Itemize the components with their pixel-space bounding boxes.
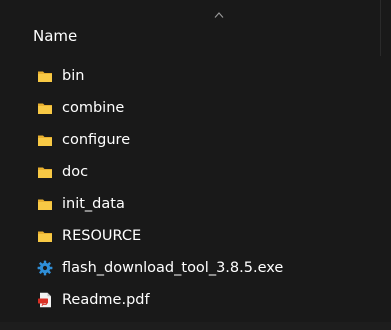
file-name: RESOURCE: [62, 228, 142, 244]
gear-app-icon: [37, 260, 53, 276]
list-item-resource[interactable]: RESOURCE: [0, 220, 391, 252]
list-item-configure[interactable]: configure: [0, 124, 391, 156]
file-name: init_data: [62, 196, 125, 212]
list-item-doc[interactable]: doc: [0, 156, 391, 188]
list-item-init-data[interactable]: init_data: [0, 188, 391, 220]
list-item-flash-download-tool[interactable]: flash_download_tool_3.8.5.exe: [0, 252, 391, 284]
folder-icon: [38, 71, 52, 82]
list-item-readme-pdf[interactable]: Readme.pdf: [0, 284, 391, 316]
sort-ascending-icon[interactable]: [214, 12, 224, 18]
folder-icon: [38, 231, 52, 242]
list-item-bin[interactable]: bin: [0, 60, 391, 92]
folder-icon: [38, 199, 52, 210]
list-bottom-edge: [0, 322, 391, 330]
folder-icon: [38, 135, 52, 146]
file-name: configure: [62, 132, 131, 148]
folder-icon: [38, 103, 52, 114]
file-explorer-pane: Name bin combine configure doc init_data…: [0, 0, 391, 330]
list-item-combine[interactable]: combine: [0, 92, 391, 124]
file-name: combine: [62, 100, 125, 116]
file-list: bin combine configure doc init_data RESO…: [0, 60, 391, 316]
folder-icon: [38, 167, 52, 178]
file-name: bin: [62, 68, 85, 84]
pdf-icon: [38, 292, 51, 308]
column-divider[interactable]: [380, 0, 381, 56]
file-name: flash_download_tool_3.8.5.exe: [62, 260, 284, 276]
column-header-row: Name: [0, 0, 391, 56]
file-name: doc: [62, 164, 89, 180]
name-column-header[interactable]: Name: [33, 27, 77, 45]
file-name: Readme.pdf: [62, 292, 150, 308]
